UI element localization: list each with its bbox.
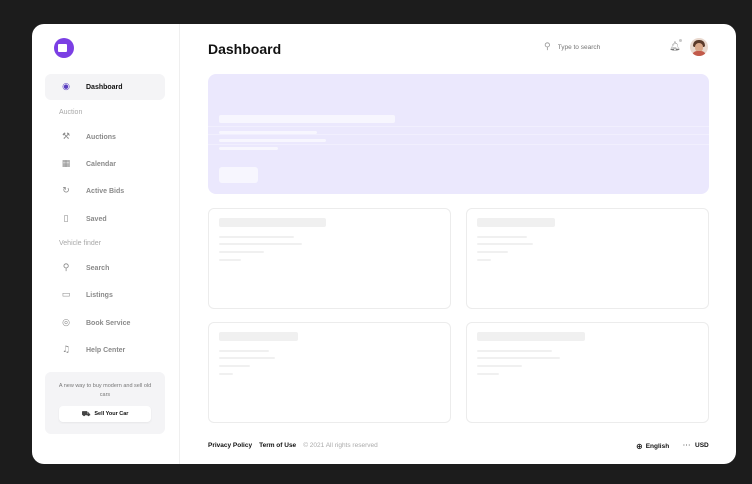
target-icon: ◎	[62, 318, 70, 328]
sidebar-item-label: Calendar	[86, 160, 116, 168]
sidebar-item-label: Active Bids	[86, 187, 125, 195]
sidebar-item-label: Help Center	[86, 346, 126, 354]
app-window: ◉ Dashboard Auction ⚒ Auctions ▦ Calenda…	[32, 24, 736, 464]
sidebar-item-calendar[interactable]: ▦ Calendar	[45, 151, 165, 177]
card-placeholder	[466, 322, 709, 423]
search-input[interactable]	[557, 43, 638, 51]
refresh-icon: ↻	[62, 186, 70, 196]
sidebar-item-active-bids[interactable]: ↻ Active Bids	[45, 178, 165, 204]
sell-your-car-label: Sell Your Car	[94, 411, 129, 417]
sidebar-item-label: Dashboard	[86, 83, 123, 91]
sidebar-item-label: Search	[86, 264, 110, 272]
bell-icon[interactable]: 🔔︎	[669, 42, 680, 52]
terms-of-use-link[interactable]: Term of Use	[259, 442, 296, 449]
hero-line-placeholder	[219, 139, 326, 142]
currency-label: USD	[695, 442, 709, 449]
sidebar-item-label: Listings	[86, 291, 113, 299]
hero-button-placeholder[interactable]	[219, 167, 258, 183]
avatar[interactable]	[690, 38, 708, 56]
headset-icon: ♫	[61, 345, 71, 355]
globe-icon: ⊕	[636, 442, 643, 451]
sidebar-item-label: Auctions	[86, 133, 116, 141]
search-icon: ⚲	[62, 263, 70, 273]
cart-icon: ⛟	[81, 409, 91, 418]
promo-text: A new way to buy modern and sell old car…	[58, 383, 152, 398]
section-title-auction: Auction	[59, 109, 83, 116]
hero-title-placeholder	[219, 115, 395, 123]
footer-links: Privacy Policy Term of Use © 2021 All ri…	[208, 442, 378, 449]
gavel-icon: ⚒	[61, 132, 71, 142]
sidebar-item-label: Book Service	[86, 319, 131, 327]
sell-your-car-button[interactable]: ⛟ Sell Your Car	[59, 406, 151, 422]
search-icon: ⚲	[544, 42, 551, 52]
hero-banner	[208, 74, 709, 194]
currency-selector[interactable]: ··· USD	[683, 442, 709, 449]
sidebar-item-search[interactable]: ⚲ Search	[45, 255, 165, 281]
sidebar-item-listings[interactable]: ▭ Listings	[45, 282, 165, 308]
sidebar-item-help-center[interactable]: ♫ Help Center	[45, 337, 165, 363]
search-box[interactable]: ⚲	[544, 42, 638, 52]
hero-line-placeholder	[219, 147, 278, 150]
privacy-policy-link[interactable]: Privacy Policy	[208, 442, 252, 449]
card-placeholder	[466, 208, 709, 309]
car-logo-icon[interactable]	[54, 38, 74, 58]
hero-line-placeholder	[219, 131, 317, 134]
section-title-vehicle-finder: Vehicle finder	[59, 240, 102, 247]
calendar-icon: ▦	[61, 159, 71, 169]
sidebar-item-book-service[interactable]: ◎ Book Service	[45, 310, 165, 336]
sidebar-item-dashboard[interactable]: ◉ Dashboard	[45, 74, 165, 100]
copyright-text: © 2021 All rights reserved	[303, 442, 378, 449]
sidebar-item-auctions[interactable]: ⚒ Auctions	[45, 124, 165, 150]
card-placeholder	[208, 208, 451, 309]
language-label: English	[645, 443, 670, 450]
sidebar-item-saved[interactable]: ▯ Saved	[45, 206, 165, 232]
sell-car-promo: A new way to buy modern and sell old car…	[45, 372, 165, 434]
bookmark-icon: ▯	[63, 214, 69, 224]
card-placeholder	[208, 322, 451, 423]
more-dots-icon: ···	[683, 442, 691, 449]
notification-dot	[679, 39, 682, 42]
sidebar: ◉ Dashboard Auction ⚒ Auctions ▦ Calenda…	[32, 24, 180, 464]
language-selector[interactable]: ⊕ English	[636, 442, 669, 451]
laptop-icon: ▭	[61, 290, 71, 300]
sidebar-item-label: Saved	[86, 215, 107, 223]
page-title: Dashboard	[208, 41, 282, 57]
compass-icon: ◉	[62, 82, 70, 92]
